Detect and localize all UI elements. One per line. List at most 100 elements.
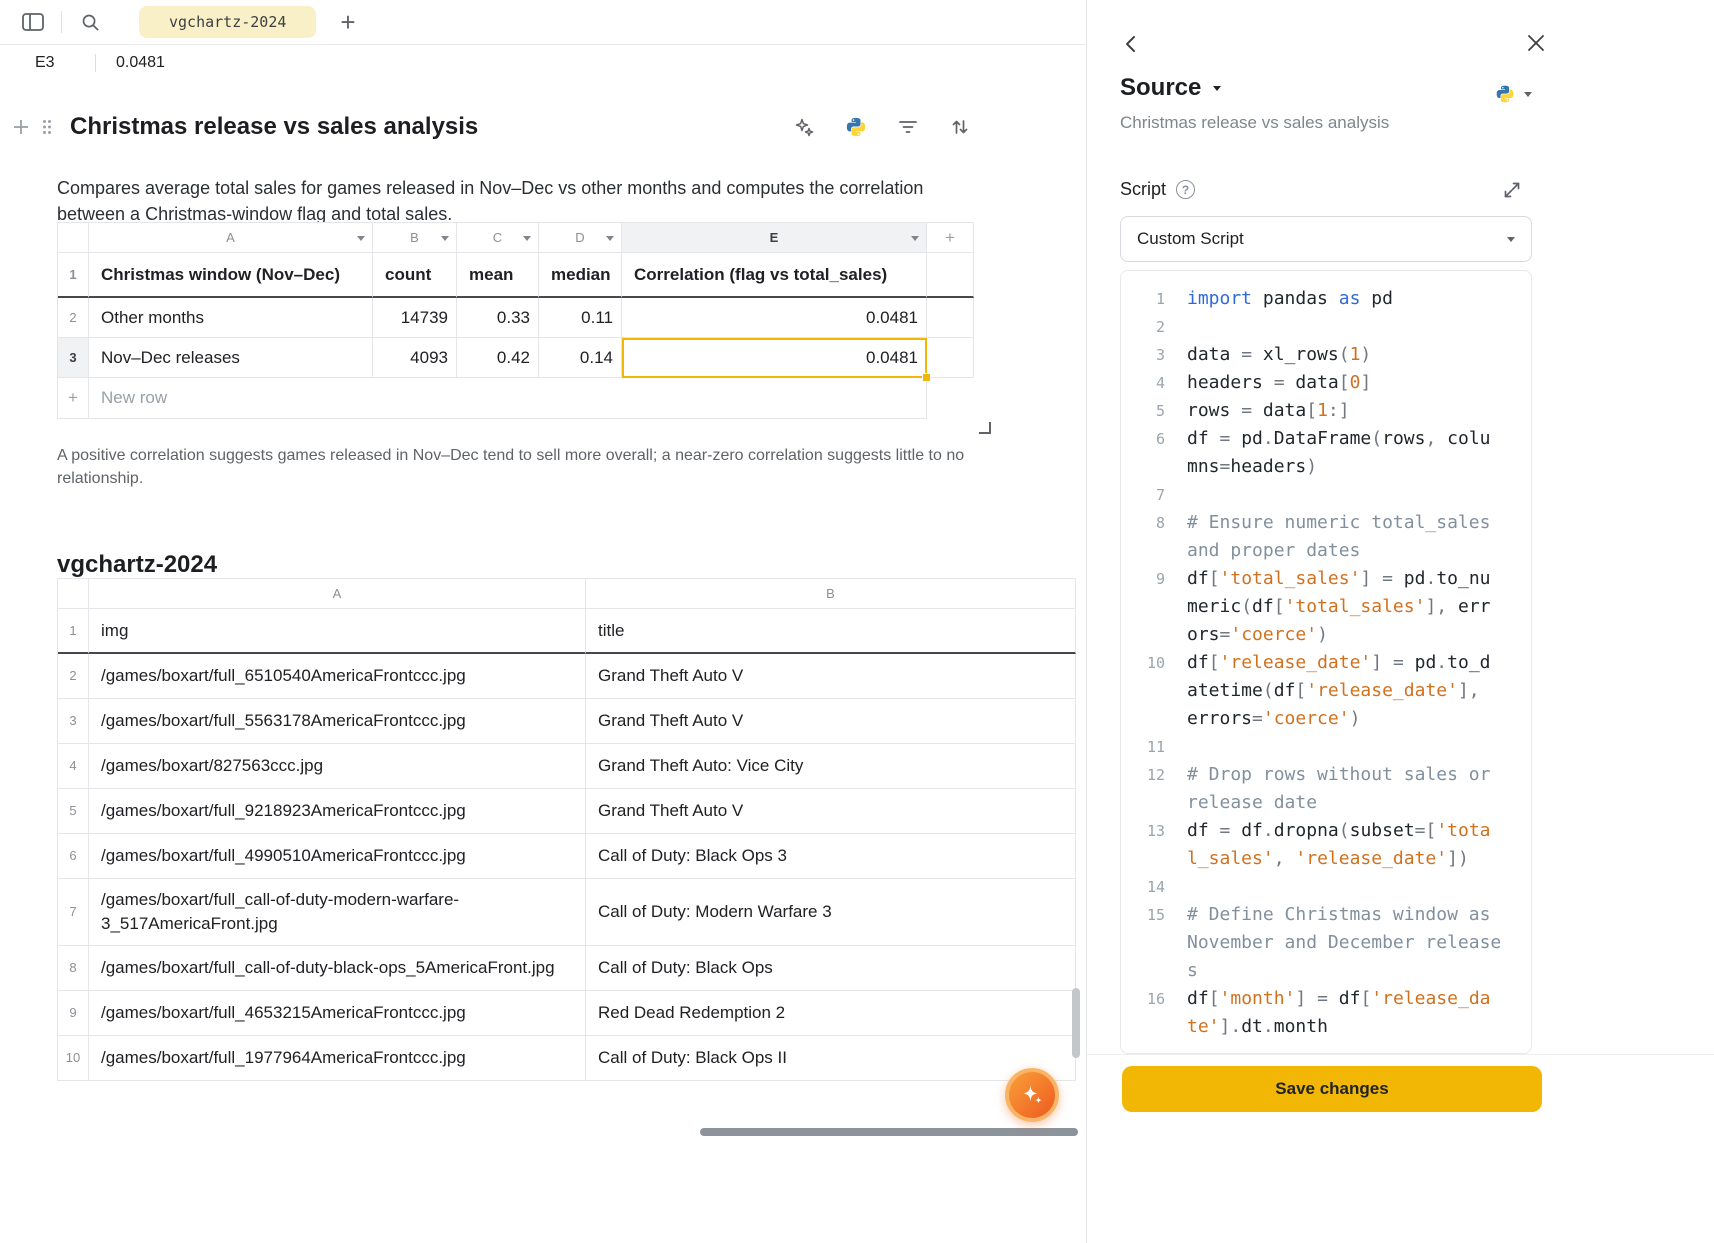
empty-cell[interactable] bbox=[927, 338, 974, 378]
header-cell[interactable]: median bbox=[539, 253, 622, 298]
analysis-note: A positive correlation suggests games re… bbox=[57, 444, 977, 490]
cell[interactable]: Red Dead Redemption 2 bbox=[586, 991, 1076, 1036]
cell[interactable]: Grand Theft Auto V bbox=[586, 699, 1076, 744]
cell[interactable]: /games/boxart/full_4653215AmericaFrontcc… bbox=[89, 991, 586, 1036]
cell[interactable]: /games/boxart/827563ccc.jpg bbox=[89, 744, 586, 789]
cell[interactable]: Call of Duty: Black Ops II bbox=[586, 1036, 1076, 1081]
cell[interactable]: Grand Theft Auto: Vice City bbox=[586, 744, 1076, 789]
save-changes-button[interactable]: Save changes bbox=[1122, 1066, 1542, 1112]
sort-button[interactable] bbox=[947, 114, 973, 140]
magic-sparkle-icon bbox=[793, 116, 815, 138]
formula-input[interactable]: 0.0481 bbox=[116, 54, 165, 72]
python-icon bbox=[1495, 84, 1515, 104]
column-header-c[interactable]: C bbox=[457, 223, 539, 253]
cell[interactable]: title bbox=[586, 609, 1076, 654]
cell[interactable]: 0.0481 bbox=[622, 338, 927, 378]
close-button[interactable] bbox=[1524, 33, 1548, 57]
horizontal-scrollbar[interactable] bbox=[700, 1128, 1078, 1136]
sort-arrows-icon bbox=[949, 116, 971, 138]
cell[interactable]: 0.14 bbox=[539, 338, 622, 378]
filter-button[interactable] bbox=[895, 114, 921, 140]
code-editor[interactable]: 1import pandas as pd2 3data = xl_rows(1)… bbox=[1120, 270, 1532, 1054]
column-header-b[interactable]: B bbox=[586, 579, 1076, 609]
cell[interactable]: 0.11 bbox=[539, 298, 622, 338]
add-column-button[interactable]: + bbox=[927, 223, 974, 253]
column-menu-caret-icon[interactable] bbox=[357, 236, 365, 241]
header-cell[interactable]: Christmas window (Nov–Dec) bbox=[89, 253, 373, 298]
cell[interactable]: 0.42 bbox=[457, 338, 539, 378]
python-icon bbox=[845, 116, 867, 138]
dataset-title: vgchartz-2024 bbox=[57, 551, 217, 579]
sheet-tab[interactable]: vgchartz-2024 bbox=[139, 6, 316, 38]
search-button[interactable] bbox=[77, 9, 103, 35]
empty-cell[interactable] bbox=[927, 298, 974, 338]
panel-header[interactable]: Source bbox=[1120, 74, 1221, 102]
magic-button[interactable] bbox=[791, 114, 817, 140]
cell-reference[interactable]: E3 bbox=[35, 54, 79, 72]
column-header-a[interactable]: A bbox=[89, 579, 586, 609]
select-caret-icon bbox=[1507, 237, 1515, 242]
cell[interactable]: /games/boxart/full_9218923AmericaFrontcc… bbox=[89, 789, 586, 834]
column-header-a[interactable]: A bbox=[89, 223, 373, 253]
code-line: 1import pandas as pd bbox=[1135, 285, 1531, 313]
new-row[interactable]: New row bbox=[89, 378, 927, 419]
table-resize-handle[interactable] bbox=[979, 422, 991, 434]
cell[interactable]: Other months bbox=[89, 298, 373, 338]
expand-script-button[interactable] bbox=[1501, 180, 1523, 202]
close-icon bbox=[1526, 33, 1546, 53]
cell[interactable]: 0.33 bbox=[457, 298, 539, 338]
source-panel: Source Christmas release vs sales analys… bbox=[1086, 0, 1714, 1243]
cell[interactable]: Call of Duty: Modern Warfare 3 bbox=[586, 879, 1076, 946]
column-header-e[interactable]: E bbox=[622, 223, 927, 253]
add-block-button[interactable] bbox=[8, 114, 34, 140]
cell[interactable]: img bbox=[89, 609, 586, 654]
cell[interactable]: Grand Theft Auto V bbox=[586, 654, 1076, 699]
language-selector[interactable] bbox=[1495, 84, 1532, 104]
row-number: 2 bbox=[58, 654, 89, 699]
cell[interactable]: /games/boxart/full_call-of-duty-modern-w… bbox=[89, 879, 586, 946]
code-line: 8# Ensure numeric total_sales and proper… bbox=[1135, 509, 1531, 565]
python-source-button[interactable] bbox=[843, 114, 869, 140]
header-cell[interactable]: count bbox=[373, 253, 457, 298]
header-cell[interactable]: mean bbox=[457, 253, 539, 298]
column-header-d[interactable]: D bbox=[539, 223, 622, 253]
line-number: 16 bbox=[1135, 985, 1165, 1013]
fill-handle[interactable] bbox=[922, 373, 931, 382]
cell[interactable]: Nov–Dec releases bbox=[89, 338, 373, 378]
ai-assistant-button[interactable] bbox=[1005, 1068, 1059, 1122]
sidebar-toggle-button[interactable] bbox=[20, 9, 46, 35]
code-line: 12# Drop rows without sales or release d… bbox=[1135, 761, 1531, 817]
cell[interactable]: 14739 bbox=[373, 298, 457, 338]
help-icon[interactable]: ? bbox=[1176, 180, 1195, 199]
cell[interactable]: /games/boxart/full_call-of-duty-black-op… bbox=[89, 946, 586, 991]
column-menu-caret-icon[interactable] bbox=[911, 236, 919, 241]
cell[interactable]: 4093 bbox=[373, 338, 457, 378]
vertical-scrollbar[interactable] bbox=[1072, 988, 1080, 1058]
column-menu-caret-icon[interactable] bbox=[441, 236, 449, 241]
script-type-select[interactable]: Custom Script bbox=[1120, 216, 1532, 262]
empty-cell[interactable] bbox=[927, 253, 974, 298]
cell[interactable]: 0.0481 bbox=[622, 298, 927, 338]
dataset-table: AB1imgtitle2/games/boxart/full_6510540Am… bbox=[57, 578, 1076, 1081]
back-button[interactable] bbox=[1120, 33, 1144, 57]
column-menu-caret-icon[interactable] bbox=[523, 236, 531, 241]
cell[interactable]: /games/boxart/full_4990510AmericaFrontcc… bbox=[89, 834, 586, 879]
sheet-canvas: Christmas release vs sales analysis bbox=[0, 80, 1086, 1243]
sidebar-icon bbox=[22, 13, 44, 31]
header-cell[interactable]: Correlation (flag vs total_sales) bbox=[622, 253, 927, 298]
cell[interactable]: /games/boxart/full_1977964AmericaFrontcc… bbox=[89, 1036, 586, 1081]
cell[interactable]: Grand Theft Auto V bbox=[586, 789, 1076, 834]
column-header-b[interactable]: B bbox=[373, 223, 457, 253]
code-line: 7 bbox=[1135, 481, 1531, 509]
search-icon bbox=[80, 12, 101, 33]
source-menu-caret-icon bbox=[1213, 86, 1221, 91]
new-row-plus-icon[interactable]: + bbox=[58, 378, 89, 419]
cell[interactable]: Call of Duty: Black Ops 3 bbox=[586, 834, 1076, 879]
row-number: 3 bbox=[58, 699, 89, 744]
cell[interactable]: Call of Duty: Black Ops bbox=[586, 946, 1076, 991]
drag-handle-icon[interactable] bbox=[34, 114, 60, 140]
column-menu-caret-icon[interactable] bbox=[606, 236, 614, 241]
add-sheet-button[interactable]: + bbox=[340, 9, 355, 35]
cell[interactable]: /games/boxart/full_5563178AmericaFrontcc… bbox=[89, 699, 586, 744]
cell[interactable]: /games/boxart/full_6510540AmericaFrontcc… bbox=[89, 654, 586, 699]
